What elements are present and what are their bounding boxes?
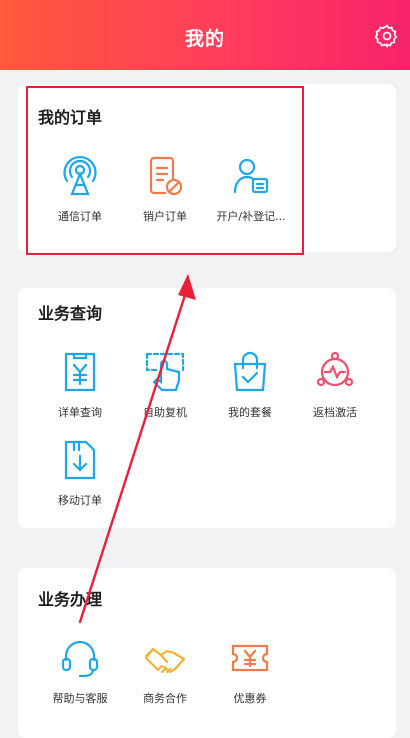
orders-title: 我的订单 [38, 108, 103, 127]
app-header: 我的 [0, 0, 410, 70]
business-query-title: 业务查询 [38, 304, 103, 323]
activation-icon [316, 351, 354, 387]
return-activate-button[interactable]: 返档激活 [290, 350, 380, 420]
coupon-label: 优惠券 [233, 692, 267, 705]
self-reactivate-label: 自助复机 [143, 406, 187, 419]
help-service-label: 帮助与客服 [52, 692, 108, 705]
mobile-orders-button[interactable]: 移动订单 [35, 438, 125, 508]
telecom-orders-button[interactable]: 通信订单 [35, 154, 125, 224]
open-account-register-label: 开户/补登记... [216, 210, 286, 223]
business-cooperation-label: 商务合作 [143, 692, 187, 705]
telecom-orders-label: 通信订单 [58, 210, 102, 223]
my-package-label: 我的套餐 [228, 406, 272, 419]
antenna-icon [63, 156, 97, 196]
business-handle-title: 业务办理 [38, 590, 103, 609]
shopping-bag-check-icon [233, 351, 267, 392]
yuan-bill-icon [64, 352, 96, 392]
business-cooperation-button[interactable]: 商务合作 [120, 636, 210, 706]
handshake-icon [144, 647, 186, 674]
business-query-card: 业务查询 详单查询 自助复机 我的套餐 返档激活 移动订单 [18, 288, 396, 528]
self-reactivate-button[interactable]: 自助复机 [120, 350, 210, 420]
mobile-orders-label: 移动订单 [58, 494, 102, 507]
user-card-icon [233, 158, 269, 194]
gear-icon[interactable] [374, 23, 400, 49]
headset-icon [61, 640, 99, 678]
sim-download-icon [64, 440, 96, 480]
cancel-account-orders-label: 销户订单 [143, 210, 187, 223]
return-activate-label: 返档激活 [313, 406, 357, 419]
orders-card: 我的订单 通信订单 销户订单 开户/补登记... [18, 84, 396, 252]
touch-select-icon [145, 352, 185, 392]
help-service-button[interactable]: 帮助与客服 [35, 636, 125, 706]
my-package-button[interactable]: 我的套餐 [205, 350, 295, 420]
cancel-account-orders-button[interactable]: 销户订单 [120, 154, 210, 224]
document-cancel-icon [149, 156, 183, 196]
coupon-icon [231, 644, 269, 672]
bill-detail-query-label: 详单查询 [58, 406, 102, 419]
coupon-button[interactable]: 优惠券 [205, 636, 295, 706]
business-handle-card: 业务办理 帮助与客服 商务合作 优惠券 [18, 568, 396, 738]
page-title: 我的 [184, 28, 225, 50]
bill-detail-query-button[interactable]: 详单查询 [35, 350, 125, 420]
open-account-register-button[interactable]: 开户/补登记... [206, 154, 296, 224]
